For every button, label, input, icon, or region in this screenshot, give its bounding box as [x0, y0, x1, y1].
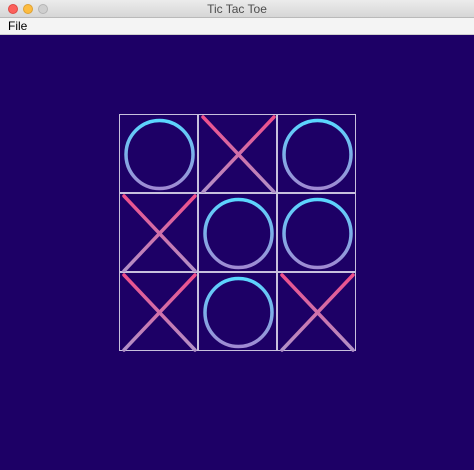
board-cell-r2-c3[interactable]	[277, 193, 356, 272]
o-mark-icon	[124, 118, 195, 191]
o-mark-icon	[203, 276, 274, 349]
o-mark-icon	[282, 197, 353, 270]
o-mark-icon	[282, 118, 353, 191]
board-cell-r1-c3[interactable]	[277, 114, 356, 193]
x-mark-icon	[122, 273, 197, 352]
board-cell-r3-c2[interactable]	[198, 272, 277, 351]
board-cell-r1-c2[interactable]	[198, 114, 277, 194]
title-bar: Tic Tac Toe	[0, 0, 474, 18]
board-cell-r3-c3[interactable]	[277, 272, 356, 352]
app-window: Tic Tac Toe File	[0, 0, 474, 470]
x-mark-icon	[280, 273, 355, 352]
x-mark-icon	[201, 115, 276, 194]
board-cell-r1-c1[interactable]	[119, 114, 198, 193]
game-canvas	[0, 35, 474, 470]
tic-tac-toe-board	[119, 114, 356, 352]
o-mark-icon	[203, 197, 274, 270]
x-mark-icon	[122, 194, 197, 273]
window-title: Tic Tac Toe	[207, 2, 267, 16]
menu-file[interactable]: File	[8, 19, 27, 33]
board-cell-r3-c1[interactable]	[119, 272, 198, 352]
board-cell-r2-c1[interactable]	[119, 193, 198, 273]
board-cell-r2-c2[interactable]	[198, 193, 277, 272]
menu-bar: File	[0, 18, 474, 35]
